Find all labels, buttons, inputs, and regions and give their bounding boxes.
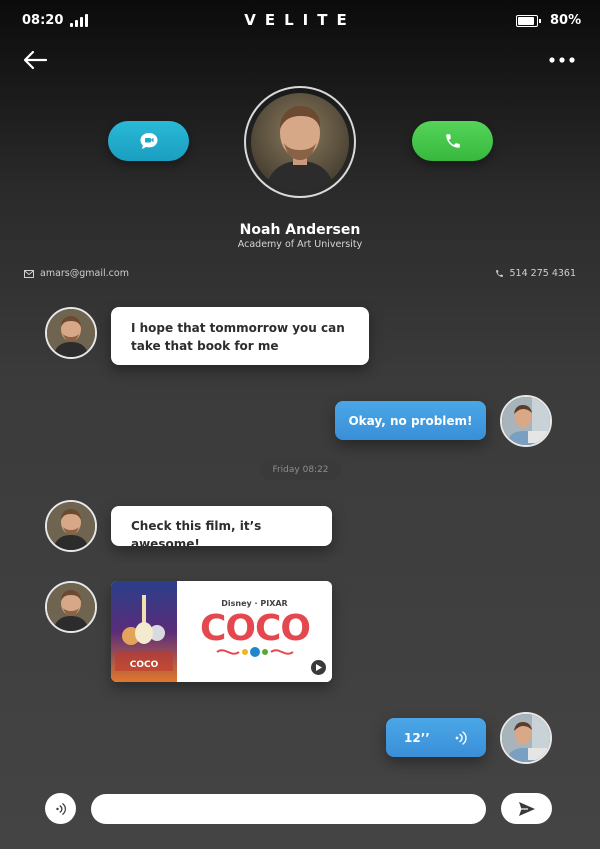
avatar[interactable]	[45, 500, 97, 552]
mail-icon	[24, 269, 34, 278]
play-button[interactable]	[311, 660, 326, 675]
message-button[interactable]	[108, 121, 189, 161]
avatar[interactable]	[45, 307, 97, 359]
outgoing-message: Okay, no problem!	[335, 401, 486, 440]
contact-email[interactable]: amars@gmail.com	[24, 268, 129, 279]
contact-avatar[interactable]	[244, 86, 356, 198]
send-icon	[518, 801, 535, 816]
media-card[interactable]: COCO Disney · PIXAR COCO	[111, 581, 332, 682]
play-icon	[316, 664, 322, 671]
voice-message[interactable]: 12’’	[386, 718, 486, 757]
date-separator: Friday 08:22	[260, 460, 341, 480]
floral-decoration	[216, 647, 294, 657]
svg-text:COCO: COCO	[130, 660, 159, 670]
send-button[interactable]	[501, 793, 552, 824]
svg-text:COCO: COCO	[200, 608, 310, 647]
arrow-left-icon	[23, 50, 48, 70]
call-button[interactable]	[412, 121, 493, 161]
voice-record-button[interactable]	[45, 793, 76, 824]
app-logo: VELITE	[244, 11, 356, 29]
phone-text: 514 275 4361	[509, 268, 576, 279]
contact-name: Noah Andersen	[239, 222, 361, 238]
voice-wave-icon	[55, 802, 66, 815]
battery-icon	[516, 15, 541, 27]
more-dots-icon	[549, 57, 575, 63]
more-options-button[interactable]	[548, 52, 576, 66]
battery-percent: 80%	[550, 13, 582, 28]
avatar[interactable]	[500, 712, 552, 764]
movie-title: COCO	[200, 608, 311, 647]
voice-wave-icon	[455, 730, 467, 745]
chat-bubble-icon	[140, 133, 157, 149]
phone-small-icon	[495, 270, 503, 277]
avatar[interactable]	[500, 395, 552, 447]
message-input[interactable]	[91, 794, 486, 824]
voice-duration: 12’’	[404, 730, 430, 745]
contact-subtitle: Academy of Art University	[237, 239, 363, 250]
back-button[interactable]	[22, 48, 48, 72]
incoming-message: Check this film, it’s awesome!	[111, 506, 332, 551]
movie-poster: COCO	[111, 581, 177, 682]
incoming-message: I hope that tommorrow you can take that …	[111, 307, 369, 365]
contact-phone[interactable]: 514 275 4361	[495, 268, 576, 279]
avatar[interactable]	[45, 581, 97, 633]
email-text: amars@gmail.com	[40, 268, 129, 279]
phone-icon	[445, 134, 460, 148]
